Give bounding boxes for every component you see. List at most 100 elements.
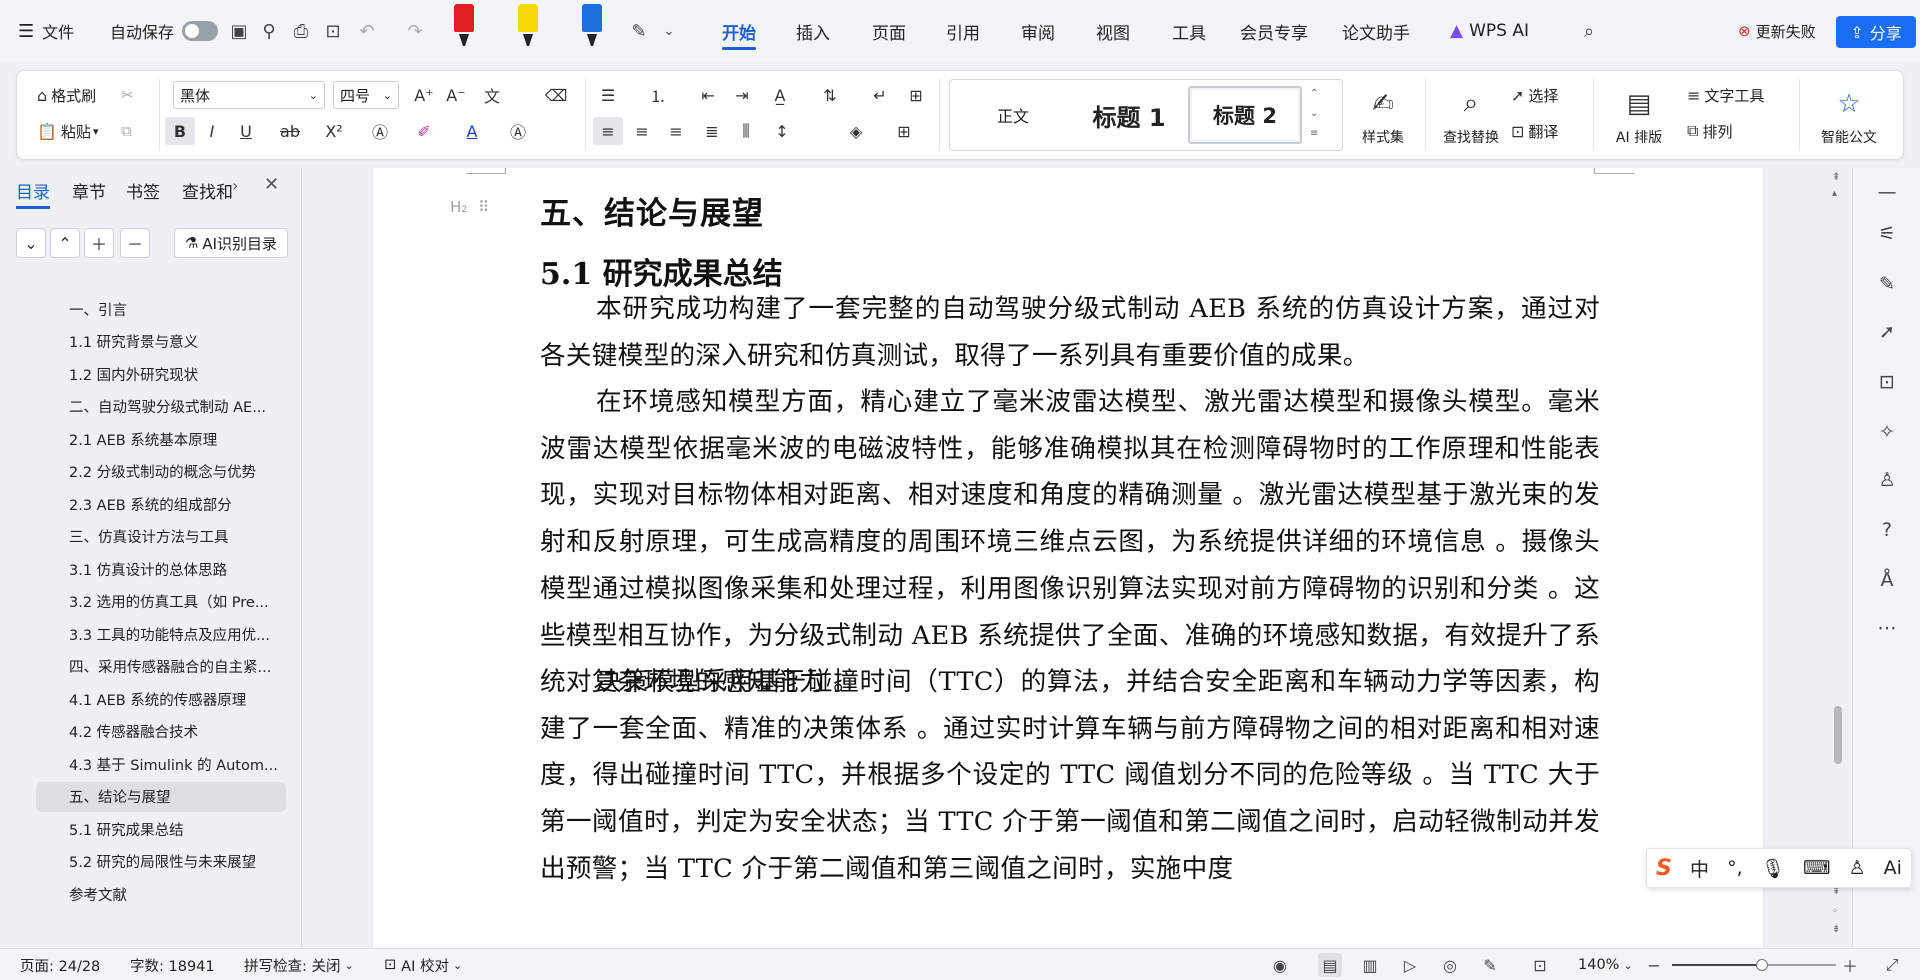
word-count[interactable]: 字数: 18941 (130, 955, 215, 975)
line-break-icon[interactable]: ↵ (865, 81, 895, 109)
translate-button[interactable]: ⊡ 翻译 (1511, 117, 1558, 145)
toc-item[interactable]: 5.2 研究的局限性与未来展望 (36, 847, 286, 877)
style-heading-1[interactable]: 标题 1 (1074, 86, 1184, 144)
fit-page-icon[interactable]: ⊡ (1528, 953, 1552, 977)
add-icon[interactable]: ＋ (84, 228, 114, 258)
sort-icon[interactable]: ⇅ (815, 81, 845, 109)
italic-icon[interactable]: I (197, 117, 227, 145)
toc-item[interactable]: 参考文献 (36, 879, 286, 909)
print-preview-icon[interactable]: ⊡ (320, 16, 346, 46)
toc-item[interactable]: 五、结论与展望 (36, 781, 286, 812)
scroll-prev-icon[interactable]: ▴ (1832, 188, 1837, 199)
minus-icon[interactable]: － (120, 228, 150, 258)
shading-icon[interactable]: ◈ (841, 117, 871, 145)
punctuation-icon[interactable]: °, (1727, 857, 1743, 879)
toggle-switch[interactable] (182, 21, 219, 41)
decrease-indent-icon[interactable]: ⇤ (693, 81, 723, 109)
skin-icon[interactable]: ♙ (1849, 857, 1866, 879)
style-heading-2[interactable]: 标题 2 (1188, 86, 1302, 144)
share-button[interactable]: ⇪ 分享 (1836, 16, 1916, 48)
share-link-icon[interactable]: ⚲ (256, 16, 282, 46)
toc-item[interactable]: 2.2 分级式制动的概念与优势 (36, 457, 286, 487)
highlight-icon[interactable]: ✐ (409, 117, 439, 145)
strikethrough-icon[interactable]: ab (275, 117, 305, 145)
numbered-list-icon[interactable]: ⒈ (643, 81, 673, 109)
tab-page[interactable]: 页面 (872, 16, 906, 46)
line-spacing-icon[interactable]: ↕ (767, 117, 797, 145)
char-border-icon[interactable]: Ⓐ (503, 117, 533, 145)
toc-item[interactable]: 2.3 AEB 系统的组成部分 (36, 489, 286, 519)
find-replace-button[interactable]: ⌕ 查找替换 (1431, 79, 1511, 151)
undo-icon[interactable]: ↶ (354, 16, 380, 46)
style-normal[interactable]: 正文 (958, 86, 1068, 144)
search-icon[interactable]: ⌕ (1576, 16, 1602, 46)
font-family-select[interactable]: 黑体 ⌄ (173, 81, 325, 109)
shirt-icon[interactable]: ♙ (1873, 466, 1901, 494)
chevron-down-icon[interactable]: ⌄ (656, 16, 682, 46)
zoom-out-icon[interactable]: − (1642, 953, 1666, 977)
outline-view-icon[interactable]: ▥ (1358, 953, 1382, 977)
expand-up-icon[interactable]: ⌃ (50, 228, 80, 258)
nav-tab-bookmarks[interactable]: 书签 (126, 178, 160, 203)
minimize-icon[interactable]: — (1873, 178, 1901, 206)
toc-item[interactable]: 3.1 仿真设计的总体思路 (36, 554, 286, 584)
redo-icon[interactable]: ↷ (402, 16, 428, 46)
collapse-icon[interactable]: ⌄ (16, 228, 46, 258)
tab-review[interactable]: 审阅 (1021, 16, 1055, 46)
align-center-icon[interactable]: ≡ (627, 117, 657, 145)
tab-home[interactable]: 开始 (722, 16, 756, 50)
save-icon[interactable]: ▣ (226, 16, 252, 46)
autosave-toggle[interactable]: 自动保存 (110, 14, 219, 48)
pen-icon[interactable]: ✎ (626, 16, 652, 46)
toc-item[interactable]: 三、仿真设计方法与工具 (36, 522, 286, 552)
translate-side-icon[interactable]: Å (1873, 566, 1901, 594)
nav-tab-chapters[interactable]: 章节 (72, 178, 106, 203)
table-text-icon[interactable]: ⊞ (901, 81, 931, 109)
copy-icon[interactable]: ⧉ (121, 117, 132, 145)
grow-font-icon[interactable]: A⁺ (409, 81, 439, 109)
yellow-marker-icon[interactable] (516, 4, 540, 50)
text-effect-icon[interactable]: Ⓐ (365, 117, 395, 145)
spellcheck-status[interactable]: 拼写检查: 关闭 ⌄ (244, 955, 354, 975)
toc-item[interactable]: 4.2 传感器融合技术 (36, 717, 286, 747)
styles-set-button[interactable]: ✍ 样式集 (1343, 79, 1423, 151)
vertical-scrollbar[interactable]: ⇞ ▴ ⇞ ◦ ⇟ (1826, 168, 1846, 948)
nav-tab-find[interactable]: 查找和 (182, 178, 233, 203)
tab-view[interactable]: 视图 (1096, 16, 1130, 46)
toc-item[interactable]: 1.2 国内外研究现状 (36, 359, 286, 389)
fullscreen-icon[interactable]: ⤢ (1880, 953, 1904, 977)
blue-marker-icon[interactable] (580, 4, 604, 50)
file-menu[interactable]: ☰ 文件 (18, 14, 74, 48)
tab-wps-ai[interactable]: ▲ WPS AI (1450, 16, 1529, 46)
annotate-icon[interactable]: ✎ (1478, 953, 1502, 977)
superscript-icon[interactable]: X² (319, 117, 349, 145)
page-count[interactable]: 页面: 24/28 (20, 955, 100, 975)
ai-layout-button[interactable]: ▤ AI 排版 (1599, 79, 1679, 151)
bullet-list-icon[interactable]: ☰ (593, 81, 623, 109)
scroll-top-icon[interactable]: ⇞ (1832, 172, 1840, 183)
paste-button[interactable]: 📋 粘贴 ▾ (37, 117, 98, 145)
more-icon[interactable]: ⋯ (1873, 614, 1901, 642)
toc-item[interactable]: 3.2 选用的仿真工具（如 Pre... (36, 587, 286, 617)
cut-icon[interactable]: ✂ (121, 81, 134, 109)
format-painter-button[interactable]: ⌂ 格式刷 (37, 81, 96, 109)
tab-references[interactable]: 引用 (946, 16, 980, 46)
increase-indent-icon[interactable]: ⇥ (727, 81, 757, 109)
toc-item[interactable]: 4.3 基于 Simulink 的 Autom... (36, 749, 286, 779)
toc-item[interactable]: 2.1 AEB 系统基本原理 (36, 424, 286, 454)
tab-insert[interactable]: 插入 (796, 16, 830, 46)
align-right-icon[interactable]: ≡ (661, 117, 691, 145)
text-direction-icon[interactable]: A̲ (765, 81, 795, 109)
close-icon[interactable]: ✕ (264, 174, 279, 195)
page-view-icon[interactable]: ▤ (1318, 953, 1342, 977)
print-icon[interactable]: ⎙ (288, 16, 314, 46)
toc-item[interactable]: 3.3 工具的功能特点及应用优... (36, 619, 286, 649)
toc-item[interactable]: 一、引言 (36, 294, 286, 324)
sparkle-icon[interactable]: ✧ (1873, 418, 1901, 446)
zoom-slider-knob[interactable] (1756, 959, 1769, 971)
arrange-button[interactable]: ⧉ 排列 (1687, 117, 1732, 145)
chevron-right-icon[interactable]: › (232, 176, 238, 195)
toc-item[interactable]: 4.1 AEB 系统的传感器原理 (36, 684, 286, 714)
zoom-slider[interactable] (1672, 959, 1836, 971)
phonetic-guide-icon[interactable]: 文 (477, 81, 507, 109)
